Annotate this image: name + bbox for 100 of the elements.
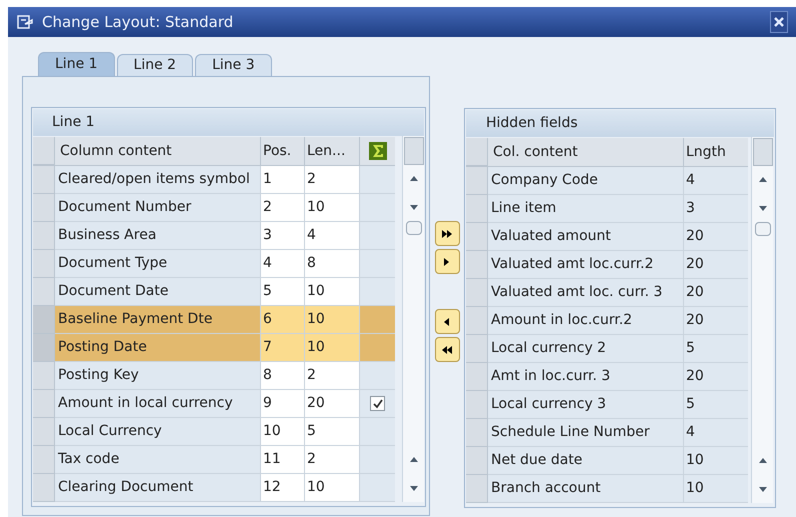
table-cell[interactable]: 2	[261, 194, 305, 222]
scroll-up-icon[interactable]	[758, 175, 768, 185]
table-cell: Document Date	[55, 278, 261, 306]
table-cell[interactable]: 5	[261, 278, 305, 306]
column-settings-button[interactable]	[404, 137, 424, 165]
table-cell: Clearing Document	[55, 474, 261, 502]
row-selector[interactable]	[33, 222, 55, 250]
table-cell[interactable]: 1	[261, 166, 305, 194]
table-cell: Tax code	[55, 446, 261, 474]
table-cell[interactable]: 2	[305, 362, 360, 390]
table-title: Line 1	[33, 109, 424, 136]
table-cell[interactable]: 7	[261, 334, 305, 362]
tab[interactable]: Line 1	[38, 52, 115, 76]
table-cell[interactable]: 10	[261, 418, 305, 446]
column-settings-button[interactable]	[752, 138, 772, 166]
table-cell: Valuated amt loc. curr. 3	[488, 279, 684, 307]
table-cell[interactable]: 10	[305, 306, 360, 334]
table-cell: Baseline Payment Dte	[55, 306, 261, 334]
table-cell[interactable]: 6	[261, 306, 305, 334]
scroll-down-icon[interactable]	[408, 483, 418, 493]
tab[interactable]: Line 3	[195, 54, 272, 76]
scrollbar[interactable]	[751, 137, 773, 503]
scroll-down-icon[interactable]	[758, 484, 768, 494]
table-cell[interactable]: 2	[305, 166, 360, 194]
column-header[interactable]: Column content	[55, 137, 261, 165]
sum-icon[interactable]	[368, 142, 386, 160]
table-cell[interactable]: 5	[305, 418, 360, 446]
table-cell[interactable]: 8	[305, 250, 360, 278]
row-selector[interactable]	[466, 391, 488, 419]
move-button[interactable]	[434, 337, 460, 362]
table-cell[interactable]: 4	[305, 222, 360, 250]
tab[interactable]: Line 2	[116, 54, 194, 76]
row-selector[interactable]	[33, 166, 55, 194]
arrow-icon	[440, 344, 454, 356]
table-cell[interactable]: 4	[261, 250, 305, 278]
column-header[interactable]: Len...	[305, 137, 360, 165]
scroll-down-icon[interactable]	[408, 202, 418, 212]
table-cell: Local Currency	[55, 418, 261, 446]
table-cell: 20	[684, 363, 748, 391]
window-title: Change Layout: Standard	[42, 12, 234, 33]
move-button[interactable]	[434, 249, 460, 274]
table-cell: Valuated amt loc.curr.2	[488, 251, 684, 279]
row-selector[interactable]	[466, 195, 488, 223]
table-cell: Posting Date	[55, 334, 261, 362]
close-button[interactable]	[770, 11, 788, 33]
column-header[interactable]: Pos.	[261, 137, 305, 165]
column-header[interactable]: Lngth	[684, 138, 748, 166]
table-cell: Amount in loc.curr.2	[488, 307, 684, 335]
row-selector[interactable]	[466, 419, 488, 447]
checkbox[interactable]	[370, 396, 385, 411]
table-cell[interactable]: 10	[305, 194, 360, 222]
table-cell: 4	[684, 167, 748, 195]
table-cell[interactable]: 8	[261, 362, 305, 390]
table-title: Hidden fields	[466, 110, 774, 137]
move-button[interactable]	[434, 221, 460, 246]
row-selector[interactable]	[33, 250, 55, 278]
layout-icon	[16, 14, 34, 30]
row-selector[interactable]	[466, 335, 488, 363]
scroll-down-icon[interactable]	[758, 203, 768, 213]
table-cell[interactable]: 10	[305, 334, 360, 362]
table-cell[interactable]: 10	[305, 278, 360, 306]
row-selector[interactable]	[33, 362, 55, 390]
scroll-up-icon[interactable]	[408, 174, 418, 184]
row-selector[interactable]	[466, 447, 488, 475]
table-cell[interactable]: 2	[305, 446, 360, 474]
row-selector[interactable]	[466, 167, 488, 195]
table-cell: Valuated amount	[488, 223, 684, 251]
row-selector[interactable]	[33, 278, 55, 306]
table-cell[interactable]: 11	[261, 446, 305, 474]
table-cell: 20	[684, 223, 748, 251]
scroll-thumb[interactable]	[406, 221, 422, 235]
move-button[interactable]	[434, 309, 460, 334]
row-selector[interactable]	[33, 137, 55, 165]
table-cell: 5	[684, 335, 748, 363]
row-selector[interactable]	[466, 307, 488, 335]
scroll-thumb[interactable]	[754, 222, 770, 236]
table-cell: 10	[684, 475, 748, 503]
row-selector[interactable]	[33, 194, 55, 222]
row-selector[interactable]	[466, 475, 488, 503]
row-selector[interactable]	[33, 446, 55, 474]
table-cell[interactable]: 12	[261, 474, 305, 502]
table-cell[interactable]: 9	[261, 390, 305, 418]
table-cell: Net due date	[488, 447, 684, 475]
row-selector[interactable]	[33, 334, 55, 362]
row-selector[interactable]	[466, 279, 488, 307]
column-header[interactable]: Col. content	[488, 138, 684, 166]
scroll-up-icon[interactable]	[408, 455, 418, 465]
row-selector[interactable]	[466, 138, 488, 166]
row-selector[interactable]	[33, 474, 55, 502]
row-selector[interactable]	[466, 223, 488, 251]
row-selector[interactable]	[33, 306, 55, 334]
row-selector[interactable]	[33, 390, 55, 418]
table-cell[interactable]: 10	[305, 474, 360, 502]
table-cell[interactable]: 3	[261, 222, 305, 250]
row-selector[interactable]	[466, 363, 488, 391]
table-cell[interactable]: 20	[305, 390, 360, 418]
scrollbar[interactable]	[402, 136, 424, 502]
scroll-up-icon[interactable]	[758, 456, 768, 466]
row-selector[interactable]	[33, 418, 55, 446]
row-selector[interactable]	[466, 251, 488, 279]
